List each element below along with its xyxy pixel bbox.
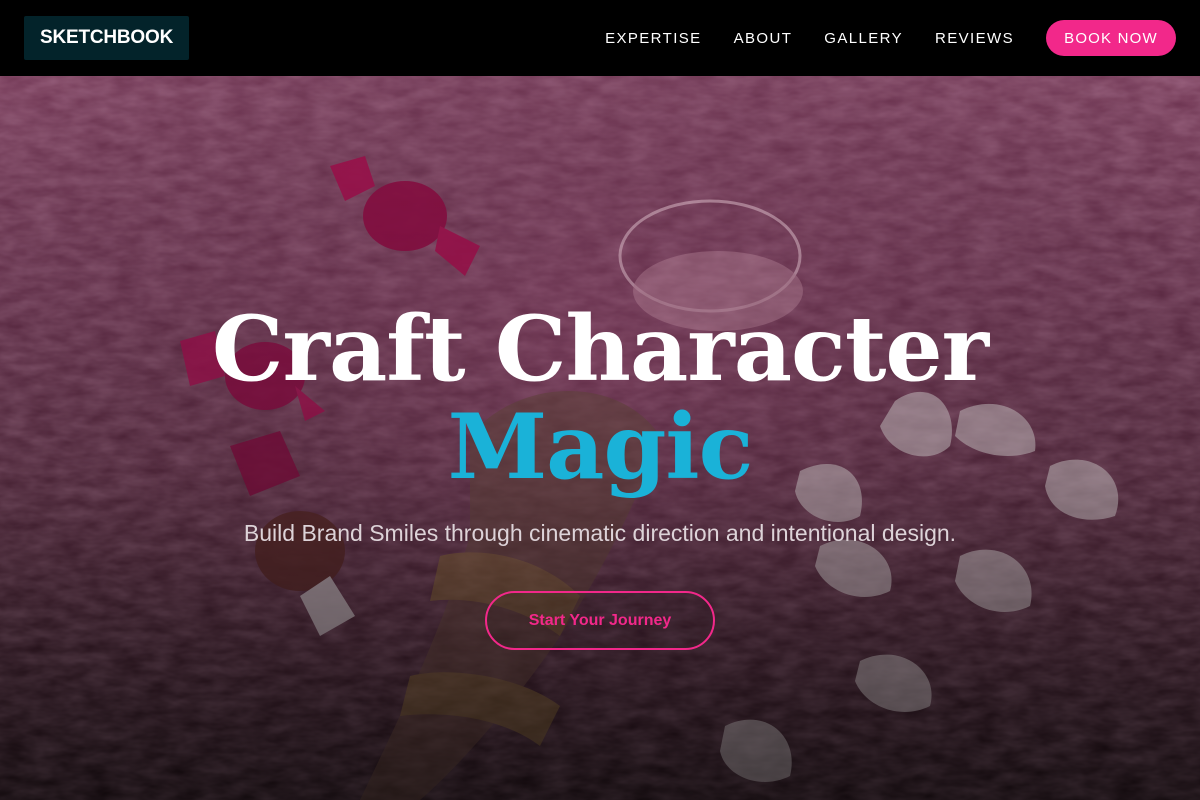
book-now-button[interactable]: BOOK NOW: [1046, 20, 1176, 56]
brand-logo[interactable]: SKETCHBOOK: [24, 16, 190, 60]
hero-headline-line1: Craft Character: [211, 296, 989, 402]
nav-link-reviews[interactable]: REVIEWS: [935, 30, 1014, 47]
hero-content: Craft Character Magic Build Brand Smiles…: [0, 76, 1200, 800]
hero-section: Craft Character Magic Build Brand Smiles…: [0, 76, 1200, 800]
nav-link-about[interactable]: ABOUT: [734, 30, 793, 47]
nav-link-expertise[interactable]: EXPERTISE: [605, 30, 702, 47]
nav-link-gallery[interactable]: GALLERY: [824, 30, 903, 47]
hero-headline-line2: Magic: [447, 394, 754, 500]
hero-subtitle: Build Brand Smiles through cinematic dir…: [243, 520, 957, 546]
main-nav: EXPERTISE ABOUT GALLERY REVIEWS BOOK NOW: [605, 20, 1176, 56]
start-journey-button[interactable]: Start Your Journey: [485, 591, 715, 650]
navbar: SKETCHBOOK EXPERTISE ABOUT GALLERY REVIE…: [0, 0, 1200, 76]
